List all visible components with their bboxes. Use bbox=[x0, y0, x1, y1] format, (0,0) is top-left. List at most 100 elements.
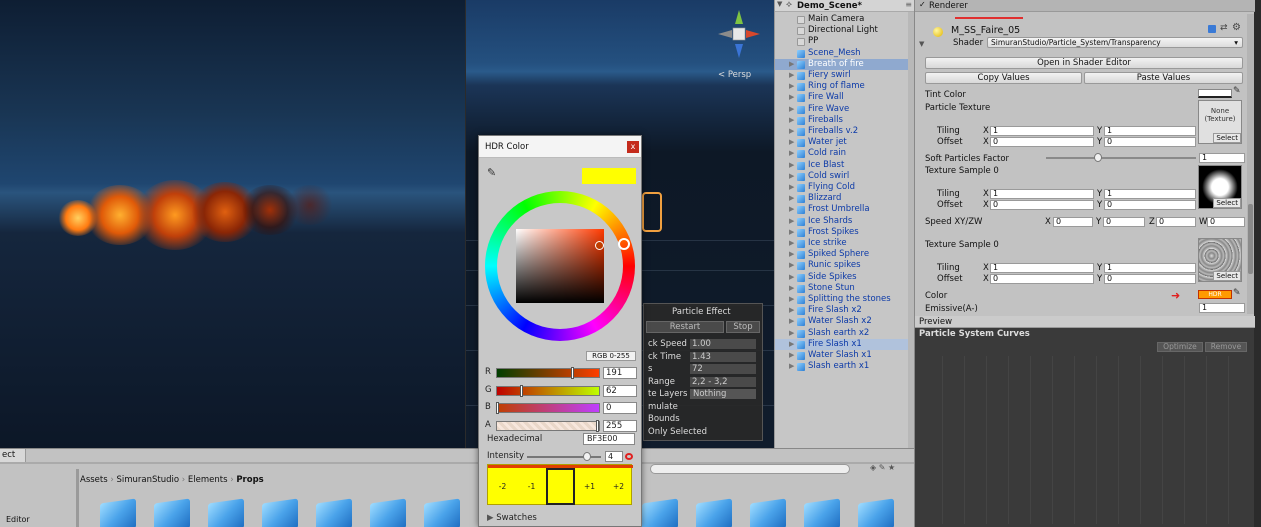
hierarchy-item[interactable]: ▶Cold swirl› bbox=[775, 171, 915, 182]
expand-triangle-icon[interactable]: ▶ bbox=[789, 350, 794, 361]
expand-triangle-icon[interactable]: ▶ bbox=[789, 70, 794, 81]
hdr-title-bar[interactable]: HDR Color x bbox=[479, 136, 641, 158]
tint-color-swatch[interactable] bbox=[1198, 89, 1232, 98]
hierarchy-item[interactable]: ▶Water Slash x2› bbox=[775, 316, 915, 327]
persp-label[interactable]: < Persp bbox=[718, 70, 751, 80]
expand-triangle-icon[interactable]: ▶ bbox=[789, 148, 794, 159]
hierarchy-item[interactable]: ▶Fire Wall› bbox=[775, 92, 915, 103]
hierarchy-item[interactable]: ▶Side Spikes› bbox=[775, 272, 915, 283]
intensity-field[interactable]: 4 bbox=[605, 451, 623, 462]
prop-asset-icon[interactable] bbox=[370, 498, 406, 527]
offset-x-field[interactable]: 0 bbox=[990, 274, 1094, 284]
offset-x-field[interactable]: 0 bbox=[990, 200, 1094, 210]
prop-asset-icon[interactable] bbox=[316, 498, 352, 527]
soft-particles-field[interactable]: 1 bbox=[1199, 153, 1245, 163]
noise-texture-slot[interactable]: Select bbox=[1198, 238, 1242, 282]
particle-texture-slot[interactable]: None (Texture) Select bbox=[1198, 100, 1242, 144]
folder-tree-divider[interactable] bbox=[76, 469, 79, 527]
speed-z-field[interactable]: 0 bbox=[1156, 217, 1196, 227]
hierarchy-item[interactable]: ▶Slash earth x1› bbox=[775, 361, 915, 372]
channel-value-field[interactable]: 62 bbox=[603, 384, 637, 397]
restart-button[interactable]: Restart bbox=[646, 321, 724, 333]
hierarchy-item[interactable]: ▶Fire Slash x2› bbox=[775, 305, 915, 316]
hex-field[interactable]: BF3E00 bbox=[583, 433, 635, 445]
filter-icons[interactable]: ◈ ✎ ★ bbox=[870, 463, 895, 472]
speed-w-field[interactable]: 0 bbox=[1207, 217, 1245, 227]
hue-handle[interactable] bbox=[618, 238, 630, 250]
expand-triangle-icon[interactable]: ▶ bbox=[789, 59, 794, 70]
hierarchy-item[interactable]: Scene_Mesh› bbox=[775, 48, 915, 59]
hierarchy-item[interactable]: ▶Flying Cold› bbox=[775, 182, 915, 193]
hierarchy-item[interactable]: ▶Stone Stun› bbox=[775, 283, 915, 294]
channel-value-field[interactable]: 191 bbox=[603, 367, 637, 379]
hierarchy-item[interactable]: ▶Ice strike› bbox=[775, 238, 915, 249]
expand-triangle-icon[interactable]: ▶ bbox=[789, 216, 794, 227]
stop-button[interactable]: Stop bbox=[726, 321, 760, 333]
expand-triangle-icon[interactable]: ▶ bbox=[789, 316, 794, 327]
expand-triangle-icon[interactable]: ▶ bbox=[789, 92, 794, 103]
expand-triangle-icon[interactable]: ▼ bbox=[777, 0, 782, 8]
gear-icon[interactable]: ⚙ bbox=[1232, 22, 1241, 33]
hierarchy-item[interactable]: PP bbox=[775, 36, 915, 47]
hierarchy-item[interactable]: ▶Spiked Sphere› bbox=[775, 249, 915, 260]
inspector-scrollbar[interactable] bbox=[1247, 14, 1254, 314]
channel-knob[interactable] bbox=[496, 402, 499, 414]
prop-asset-icon[interactable] bbox=[100, 498, 136, 527]
expand-triangle-icon[interactable]: ▶ bbox=[789, 126, 794, 137]
intensity-knob[interactable] bbox=[583, 452, 591, 461]
tiling-y-field[interactable]: 1 bbox=[1104, 189, 1196, 199]
remove-button[interactable]: Remove bbox=[1205, 342, 1247, 352]
offset-y-field[interactable]: 0 bbox=[1104, 200, 1196, 210]
eyedropper-icon[interactable]: ✎ bbox=[487, 166, 496, 179]
expand-triangle-icon[interactable]: ▶ bbox=[789, 272, 794, 283]
expand-triangle-icon[interactable]: ▶ bbox=[789, 171, 794, 182]
expand-triangle-icon[interactable]: ▶ bbox=[789, 104, 794, 115]
hierarchy-item[interactable]: ▶Runic spikes› bbox=[775, 260, 915, 271]
hierarchy-item[interactable]: ▶Breath of fire› bbox=[775, 58, 915, 70]
tiling-x-field[interactable]: 1 bbox=[990, 189, 1094, 199]
expand-triangle-icon[interactable]: ▶ bbox=[789, 137, 794, 148]
hierarchy-item[interactable]: ▶Fireballs› bbox=[775, 115, 915, 126]
breadcrumb-item[interactable]: Assets bbox=[80, 475, 108, 485]
scroll-thumb[interactable] bbox=[1248, 204, 1253, 274]
channel-slider[interactable] bbox=[496, 403, 600, 413]
soft-particles-slider[interactable] bbox=[1046, 157, 1196, 159]
select-button[interactable]: Select bbox=[1213, 271, 1241, 281]
hierarchy-item[interactable]: ▶Ring of flame› bbox=[775, 81, 915, 92]
expand-triangle-icon[interactable]: ▶ bbox=[789, 294, 794, 305]
tiling-y-field[interactable]: 1 bbox=[1104, 126, 1196, 136]
hierarchy-item[interactable]: ▶Fire Wave› bbox=[775, 104, 915, 115]
prop-asset-icon[interactable] bbox=[154, 498, 190, 527]
channel-slider[interactable] bbox=[496, 420, 600, 431]
preview-tab[interactable]: Preview bbox=[919, 317, 952, 327]
expand-triangle-icon[interactable]: ▶ bbox=[789, 339, 794, 350]
expand-triangle-icon[interactable]: ▶ bbox=[789, 249, 794, 260]
renderer-checkbox[interactable]: ✓ bbox=[919, 0, 926, 9]
swatches-foldout[interactable]: ▶ Swatches bbox=[487, 513, 537, 523]
prop-asset-icon[interactable] bbox=[424, 498, 460, 527]
breadcrumb-item[interactable]: SimuranStudio bbox=[116, 475, 179, 485]
speed-x-field[interactable]: 0 bbox=[1053, 217, 1093, 227]
expand-triangle-icon[interactable]: ▶ bbox=[789, 182, 794, 193]
renderer-header[interactable]: ✓ Renderer bbox=[915, 0, 1255, 12]
scene-gizmo[interactable] bbox=[714, 6, 764, 61]
prop-asset-icon[interactable] bbox=[804, 498, 840, 527]
breadcrumb-item[interactable]: Elements bbox=[188, 475, 228, 485]
hierarchy-item[interactable]: ▶Fire Slash x1› bbox=[775, 338, 915, 350]
paste-values-button[interactable]: Paste Values bbox=[1084, 72, 1243, 84]
channel-value-field[interactable]: 255 bbox=[603, 419, 637, 432]
expand-triangle-icon[interactable]: ▶ bbox=[789, 238, 794, 249]
hierarchy-item[interactable]: ▶Slash earth x2› bbox=[775, 328, 915, 339]
prop-asset-icon[interactable] bbox=[750, 498, 786, 527]
expand-triangle-icon[interactable]: ▶ bbox=[789, 81, 794, 92]
prop-asset-icon[interactable] bbox=[208, 498, 244, 527]
prop-asset-icon[interactable] bbox=[642, 498, 678, 527]
tiling-x-field[interactable]: 1 bbox=[990, 126, 1094, 136]
tiling-y-field[interactable]: 1 bbox=[1104, 263, 1196, 273]
hierarchy-item[interactable]: ▶Water jet› bbox=[775, 137, 915, 148]
channel-knob[interactable] bbox=[571, 367, 574, 379]
prop-asset-icon[interactable] bbox=[262, 498, 298, 527]
open-shader-editor-button[interactable]: Open in Shader Editor bbox=[925, 57, 1243, 69]
emissive-field[interactable]: 1 bbox=[1199, 303, 1245, 313]
foldout-icon[interactable]: ▼ bbox=[919, 40, 924, 48]
